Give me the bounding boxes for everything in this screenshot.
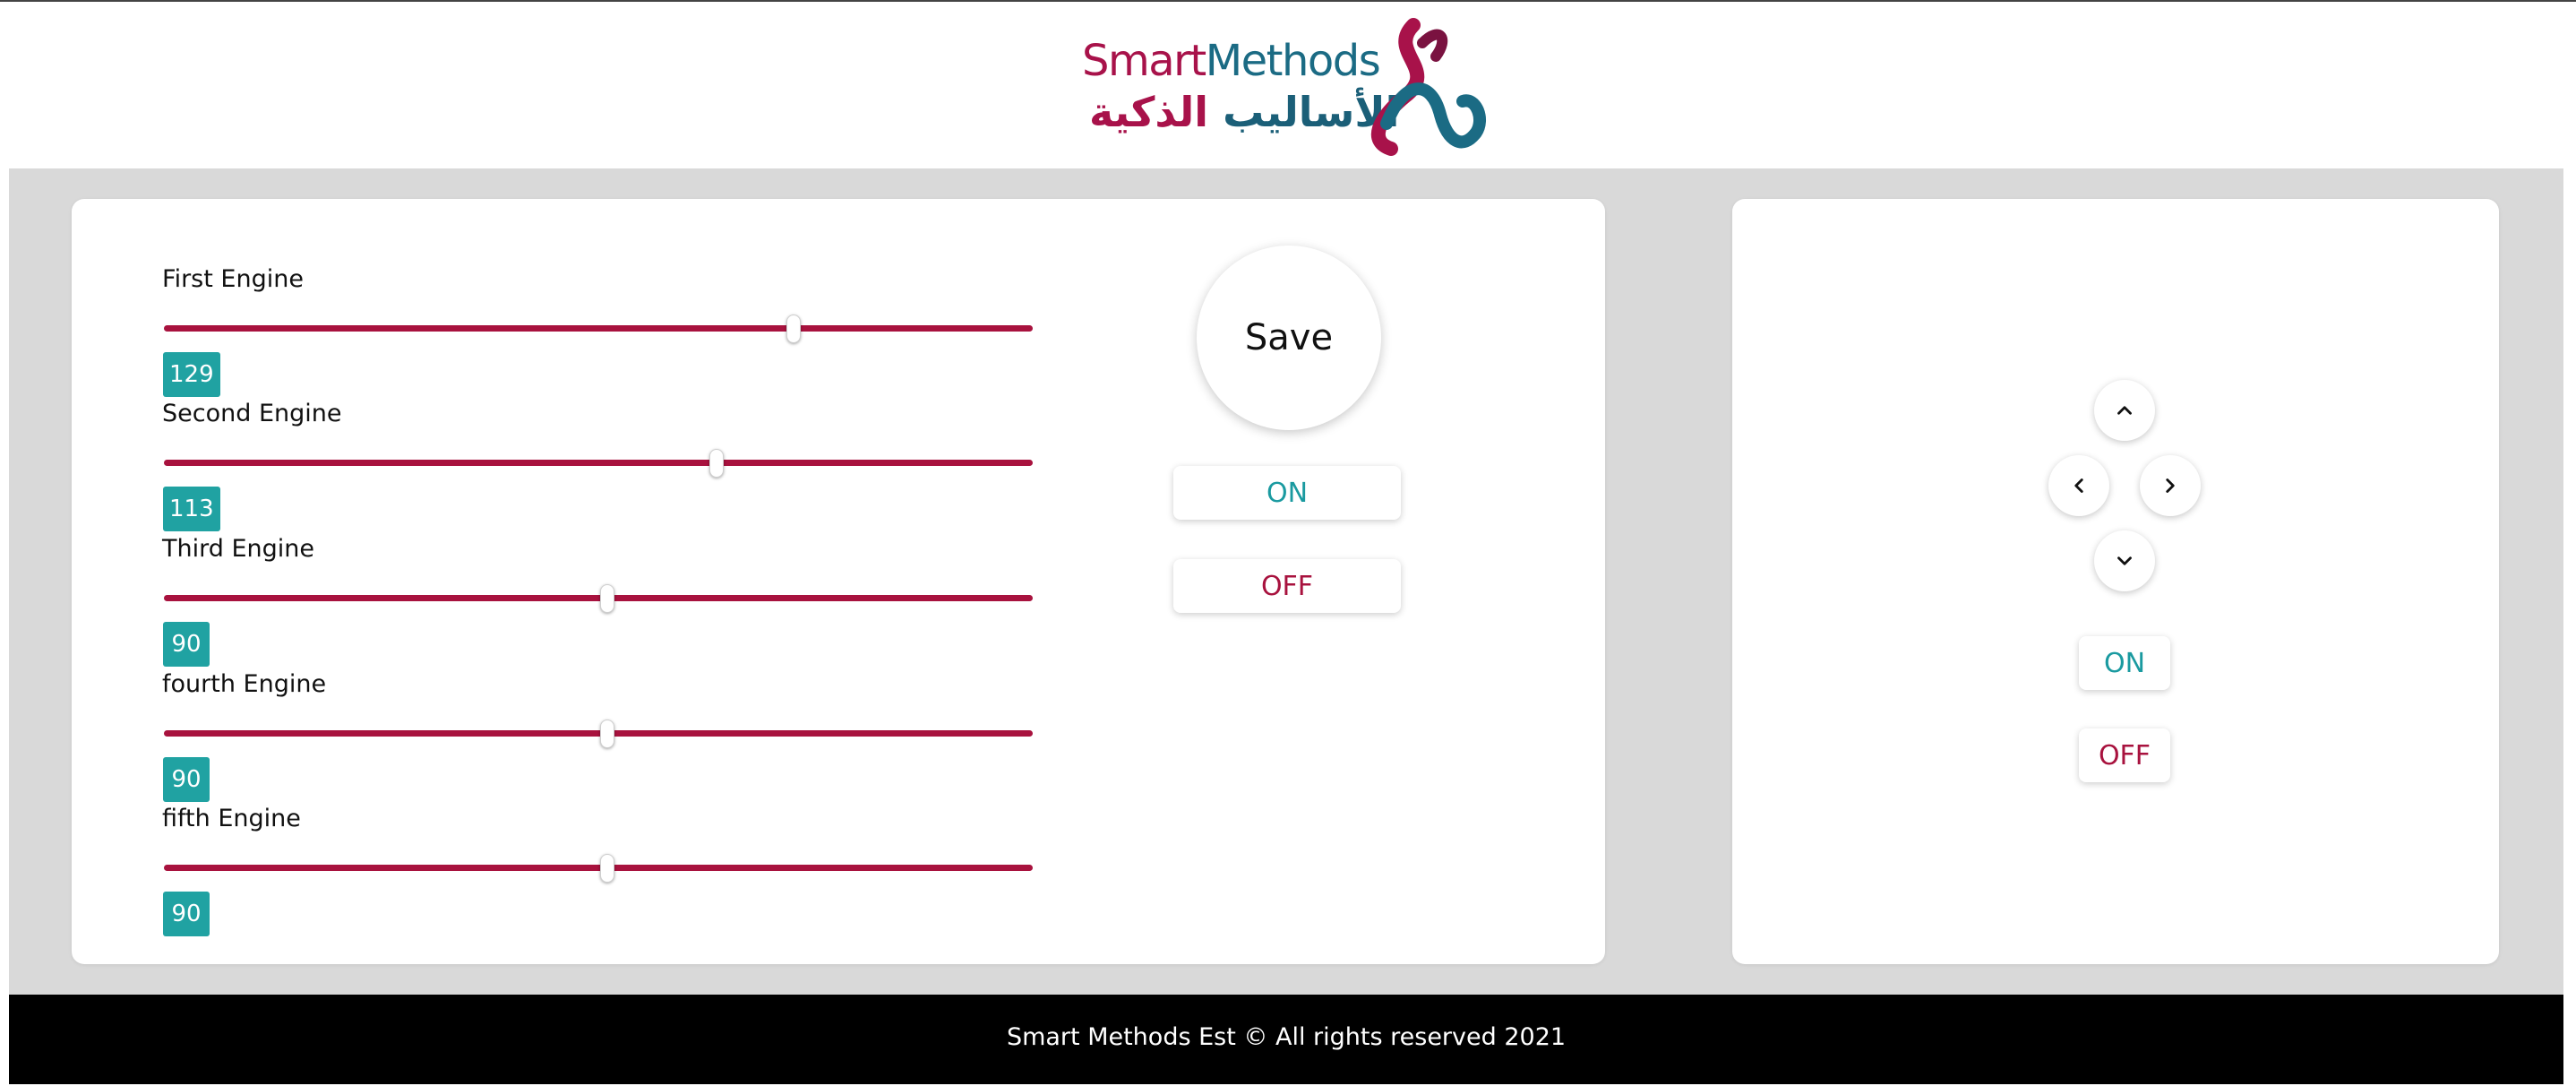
engine-slider-thumb[interactable] (600, 720, 614, 748)
engine-value-badge: 129 (163, 352, 220, 397)
engine-slider-thumb[interactable] (786, 315, 801, 343)
engine-value-badge: 90 (163, 892, 210, 936)
move-down-button[interactable] (2094, 530, 2155, 591)
engine-slider-track[interactable] (164, 595, 1033, 601)
engine-row-fourth: fourth Engine 90 (72, 670, 1057, 805)
engines-off-button[interactable]: OFF (1173, 559, 1401, 613)
engine-slider-track[interactable] (164, 730, 1033, 737)
engine-label: fifth Engine (162, 805, 301, 832)
left-arrow-icon (2074, 478, 2083, 493)
down-arrow-icon (2117, 556, 2132, 565)
logo-arabic-part2: الذكية (1089, 88, 1209, 136)
right-arrow-icon (2166, 478, 2175, 493)
main-area: First Engine 129 Second Engine 113 Third… (9, 168, 2563, 995)
header: SmartMethods الأساليب الذكية (0, 2, 2576, 168)
up-arrow-icon (2117, 406, 2132, 415)
save-button[interactable]: Save (1197, 246, 1381, 430)
engine-slider-track[interactable] (164, 325, 1033, 332)
control-on-button[interactable]: ON (2079, 636, 2170, 690)
engine-label: Third Engine (162, 535, 314, 563)
move-up-button[interactable] (2094, 380, 2155, 441)
logo-ribbon-icon (1370, 18, 1486, 156)
engine-label: First Engine (162, 265, 304, 293)
engine-row-third: Third Engine 90 (72, 535, 1057, 669)
engine-value-badge: 90 (163, 622, 210, 667)
engine-row-fifth: fifth Engine 90 (72, 805, 1057, 939)
engine-row-second: Second Engine 113 (72, 400, 1057, 534)
engine-value-badge: 90 (163, 757, 210, 802)
engines-on-button[interactable]: ON (1173, 466, 1401, 520)
move-left-button[interactable] (2048, 455, 2109, 516)
logo-english-text: SmartMethods (1082, 36, 1381, 86)
engine-row-first: First Engine 129 (72, 265, 1057, 400)
engine-label: Second Engine (162, 400, 342, 427)
copyright-text: Smart Methods Est © All rights reserved … (1006, 1023, 1567, 1051)
move-right-button[interactable] (2140, 455, 2201, 516)
smart-methods-logo: SmartMethods الأساليب الذكية (1082, 16, 1494, 156)
engine-slider-thumb[interactable] (709, 449, 724, 478)
engine-value-badge: 113 (163, 487, 220, 531)
engine-slider-thumb[interactable] (600, 854, 614, 883)
footer: Smart Methods Est © All rights reserved … (9, 995, 2563, 1084)
engine-slider-track[interactable] (164, 460, 1033, 466)
engine-slider-track[interactable] (164, 865, 1033, 871)
control-off-button[interactable]: OFF (2079, 728, 2170, 782)
engines-card: First Engine 129 Second Engine 113 Third… (72, 199, 1605, 964)
direction-control-card: ON OFF (1732, 199, 2499, 964)
engine-slider-thumb[interactable] (600, 584, 614, 613)
engine-label: fourth Engine (162, 670, 327, 698)
logo-text-smart: Smart (1082, 36, 1206, 86)
